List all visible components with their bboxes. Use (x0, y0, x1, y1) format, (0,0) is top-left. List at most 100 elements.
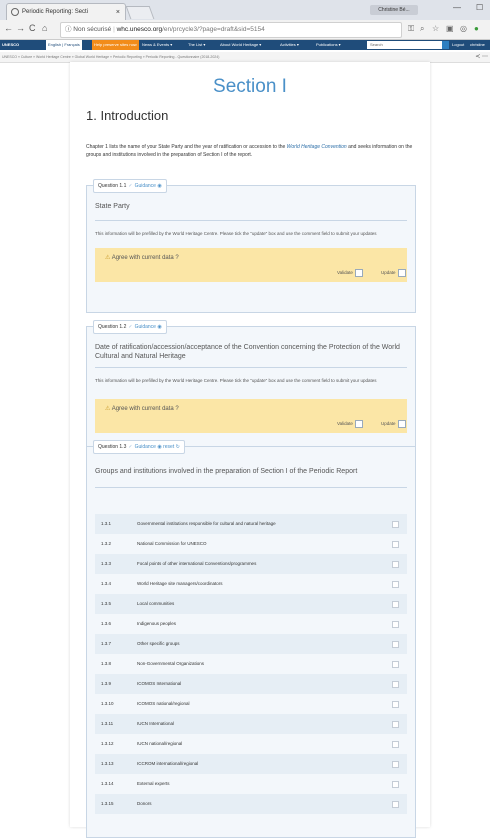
language-switch[interactable]: English | Français (46, 40, 82, 50)
logout-link[interactable]: Logout (452, 40, 464, 50)
update-option[interactable]: Update (381, 269, 406, 277)
guidance-link[interactable]: Guidance ◉ (135, 444, 162, 450)
item-checkbox[interactable] (392, 561, 399, 568)
profile-button[interactable]: Christine Bé... (370, 5, 418, 15)
divider (95, 367, 407, 368)
home-icon[interactable]: ⌂ (42, 23, 47, 33)
minimize-button[interactable]: — (453, 3, 461, 12)
table-row: 1.3.11 IUCN International (95, 714, 407, 734)
menu-activities[interactable]: Activities ▾ (280, 40, 299, 50)
item-number: 1.3.13 (101, 761, 114, 766)
unesco-logo[interactable]: UNESCO (2, 40, 19, 50)
share-icon[interactable]: ≺ ⋯ (473, 52, 488, 62)
menu-publications[interactable]: Publications ▾ (316, 40, 341, 50)
menu-news[interactable]: News & Events ▾ (142, 40, 172, 50)
tab-title: Periodic Reporting: Secti (22, 9, 89, 15)
maximize-button[interactable]: ☐ (476, 3, 483, 12)
update-option[interactable]: Update (381, 420, 406, 428)
item-checkbox[interactable] (392, 641, 399, 648)
search-button[interactable] (442, 41, 449, 49)
table-row: 1.3.9 ICOMOS International (95, 674, 407, 694)
divider (95, 487, 407, 488)
table-row: 1.3.8 Non-Governmental Organizations (95, 654, 407, 674)
item-number: 1.3.8 (101, 661, 112, 666)
item-checkbox[interactable] (392, 701, 399, 708)
close-tab-icon[interactable]: × (116, 4, 120, 21)
warning-icon: ⚠ (105, 255, 112, 261)
agree-panel: ⚠ Agree with current data ? Validate Upd… (95, 248, 407, 282)
intro-paragraph: Chapter 1 lists the name of your State P… (86, 144, 413, 158)
item-number: 1.3.3 (101, 561, 112, 566)
browser-tab[interactable]: Periodic Reporting: Secti × (6, 3, 126, 21)
user-link[interactable]: christine (470, 40, 485, 50)
item-label: National Commission for UNESCO (137, 541, 207, 546)
back-icon[interactable]: ← (4, 23, 13, 33)
item-checkbox[interactable] (392, 801, 399, 808)
item-checkbox[interactable] (392, 781, 399, 788)
question-title: State Party (95, 203, 130, 210)
reset-link[interactable]: reset ↻ (163, 444, 180, 450)
item-checkbox[interactable] (392, 541, 399, 548)
item-checkbox[interactable] (392, 521, 399, 528)
agree-question: ⚠ Agree with current data ? (105, 406, 179, 412)
table-row: 1.3.15 Donors (95, 794, 407, 814)
item-label: Non-Governmental Organizations (137, 661, 205, 666)
divider (95, 220, 407, 221)
item-label: Local communities (137, 601, 175, 606)
validate-checkbox[interactable] (354, 420, 363, 428)
key-icon[interactable]: ⚿ (408, 24, 414, 34)
item-checkbox[interactable] (392, 661, 399, 668)
item-label: External experts (137, 781, 170, 786)
question-note: This information will be prefilled by th… (95, 378, 377, 383)
check-icon: ✓ (128, 444, 133, 450)
menu-about[interactable]: About World Heritage ▾ (220, 40, 261, 50)
guidance-link[interactable]: Guidance ◉ (135, 324, 162, 330)
table-row: 1.3.7 Other specific groups (95, 634, 407, 654)
extension-icon[interactable]: ◎ (460, 24, 467, 33)
extension-icon[interactable]: ▣ (446, 24, 454, 33)
table-row: 1.3.13 ICCROM international/regional (95, 754, 407, 774)
question-1-3: Question 1.3 ✓ Guidance ◉ reset ↻ Groups a… (86, 440, 416, 838)
item-checkbox[interactable] (392, 721, 399, 728)
item-checkbox[interactable] (392, 741, 399, 748)
question-label: Question 1.3 (98, 444, 127, 450)
breadcrumb-text[interactable]: UNESCO » Culture » World Heritage Centre… (2, 55, 219, 59)
guidance-link[interactable]: Guidance ◉ (135, 183, 162, 189)
validate-option[interactable]: Validate (337, 269, 363, 277)
url-host: whc.unesco.org (116, 26, 163, 33)
url-security-info[interactable]: ⓘ Non sécurisé (65, 26, 111, 33)
item-checkbox[interactable] (392, 601, 399, 608)
bookmark-star-icon[interactable]: ☆ (432, 24, 439, 33)
item-checkbox[interactable] (392, 581, 399, 588)
question-1-2: Question 1.2 ✓ Guidance ◉ Date of ratifica… (86, 320, 416, 453)
convention-link[interactable]: World Heritage Convention (287, 144, 347, 150)
donate-button[interactable]: Help preserve sites now (92, 40, 139, 50)
menu-list[interactable]: The List ▾ (188, 40, 205, 50)
item-checkbox[interactable] (392, 761, 399, 768)
update-checkbox[interactable] (397, 269, 406, 277)
item-number: 1.3.10 (101, 701, 114, 706)
update-checkbox[interactable] (397, 420, 406, 428)
item-checkbox[interactable] (392, 621, 399, 628)
new-tab-button[interactable] (125, 6, 155, 19)
validate-checkbox[interactable] (354, 269, 363, 277)
search-input[interactable]: Search (367, 41, 442, 49)
item-label: ICOMOS national/regional (137, 701, 190, 706)
browser-tab-bar: Periodic Reporting: Secti × Christine Bé… (0, 0, 490, 21)
item-number: 1.3.5 (101, 601, 112, 606)
item-number: 1.3.6 (101, 621, 112, 626)
item-number: 1.3.1 (101, 521, 112, 526)
reload-icon[interactable]: C (29, 23, 36, 33)
warning-icon: ⚠ (105, 406, 112, 412)
address-bar-row: ← → C ⌂ ⓘ Non sécurisé | whc.unesco.org/… (0, 20, 490, 40)
url-field[interactable]: ⓘ Non sécurisé | whc.unesco.org/en/prcyc… (60, 22, 402, 38)
item-checkbox[interactable] (392, 681, 399, 688)
item-number: 1.3.4 (101, 581, 112, 586)
extension-icon[interactable]: ● (474, 24, 479, 33)
validate-option[interactable]: Validate (337, 420, 363, 428)
zoom-icon[interactable]: ⌕ (420, 24, 424, 34)
item-label: IUCN International (137, 721, 175, 726)
forward-icon[interactable]: → (16, 23, 25, 33)
intro-heading: 1. Introduction (86, 108, 169, 123)
agree-question: ⚠ Agree with current data ? (105, 255, 179, 261)
